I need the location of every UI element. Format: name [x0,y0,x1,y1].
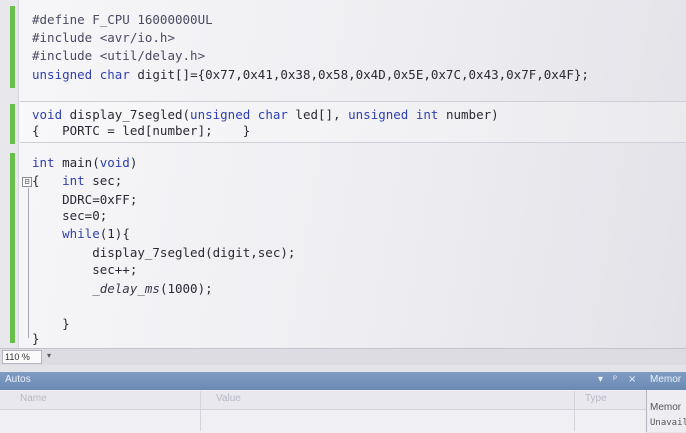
chevron-down-icon[interactable]: ▾ [598,374,603,385]
code-keyword: void [32,107,63,122]
code-line[interactable]: while(1){ [32,225,130,243]
code-token: main( [54,155,100,170]
code-line[interactable]: int main(void) [32,154,137,172]
code-keyword: int [32,155,55,170]
code-token: number) [438,107,499,122]
code-keyword: char [99,67,130,82]
column-divider[interactable] [574,391,575,431]
autos-column-headers: Name Value Type [0,391,646,410]
code-line[interactable]: unsigned char digit[]={0x77,0x41,0x38,0x… [32,66,589,84]
code-line[interactable]: { PORTC = led[number]; } [32,122,250,140]
collapse-icon[interactable]: ⊟ [22,177,32,187]
code-keyword: unsigned [32,67,93,82]
code-token: DDRC=0xFF; [32,192,138,207]
column-header-type[interactable]: Type [585,393,607,404]
code-token: } [32,331,40,346]
code-keyword: int [62,173,85,188]
memory-tab[interactable]: Memor [650,402,681,413]
code-token: (1000); [159,281,213,296]
code-token: display_7segled(digit,sec); [32,245,296,260]
code-line[interactable]: display_7segled(digit,sec); [32,244,295,262]
change-indicator-bar [10,6,15,88]
code-line[interactable]: _delay_ms(1000); [32,280,213,298]
code-token: sec++; [32,262,138,277]
code-token: #define F_CPU 16000000UL [32,12,213,27]
code-keyword: int [415,107,439,122]
code-keyword: void [99,155,130,170]
code-line[interactable]: } [32,330,40,348]
zoom-level-select[interactable]: 110 % [2,350,42,364]
column-header-name[interactable]: Name [20,393,47,404]
code-token: display_7segled( [62,107,191,122]
code-line[interactable]: sec=0; [32,207,107,225]
code-token: _delay_ms [32,281,160,296]
chevron-down-icon[interactable]: ▾ [44,350,54,362]
code-editor[interactable]: ⊟ #define F_CPU 16000000UL #include <avr/… [0,0,686,348]
code-token: { [32,173,63,188]
code-token: digit[]={0x77,0x41,0x38,0x58,0x4D,0x5E,0… [129,67,589,82]
memory-status: Unavail [650,418,686,428]
editor-status-strip [0,348,686,365]
code-token: (1){ [99,226,130,241]
change-indicator-bar [10,153,15,343]
close-icon[interactable]: × [628,374,636,385]
code-line[interactable]: { int sec; [32,172,122,190]
autos-title: Autos [5,374,31,385]
code-token: led[], [287,107,349,122]
code-line[interactable]: #include <util/delay.h> [32,47,205,65]
code-line[interactable]: #include <avr/io.h> [32,29,175,47]
column-header-value[interactable]: Value [216,393,241,404]
code-line[interactable]: #define F_CPU 16000000UL [32,11,213,29]
code-line[interactable]: sec++; [32,261,137,279]
outline-line [28,188,29,338]
code-keyword: while [62,226,100,241]
code-keyword: char [257,107,288,122]
code-token: sec; [84,173,123,188]
code-token: #include <util/delay.h> [32,48,206,63]
column-divider[interactable] [200,391,201,431]
code-keyword: unsigned [190,107,251,122]
code-token: ) [129,155,138,170]
memory-title: Memor [650,374,682,385]
change-indicator-bar [10,104,15,144]
pin-icon[interactable]: ᵖ [613,374,617,385]
code-token: #include <avr/io.h> [32,30,175,45]
code-token: { PORTC = led[number]; } [32,123,251,138]
code-token: } [32,316,70,331]
autos-panel-header: Autos ▾ ᵖ × [0,372,646,390]
code-token: sec=0; [32,208,108,223]
code-keyword: unsigned [348,107,409,122]
